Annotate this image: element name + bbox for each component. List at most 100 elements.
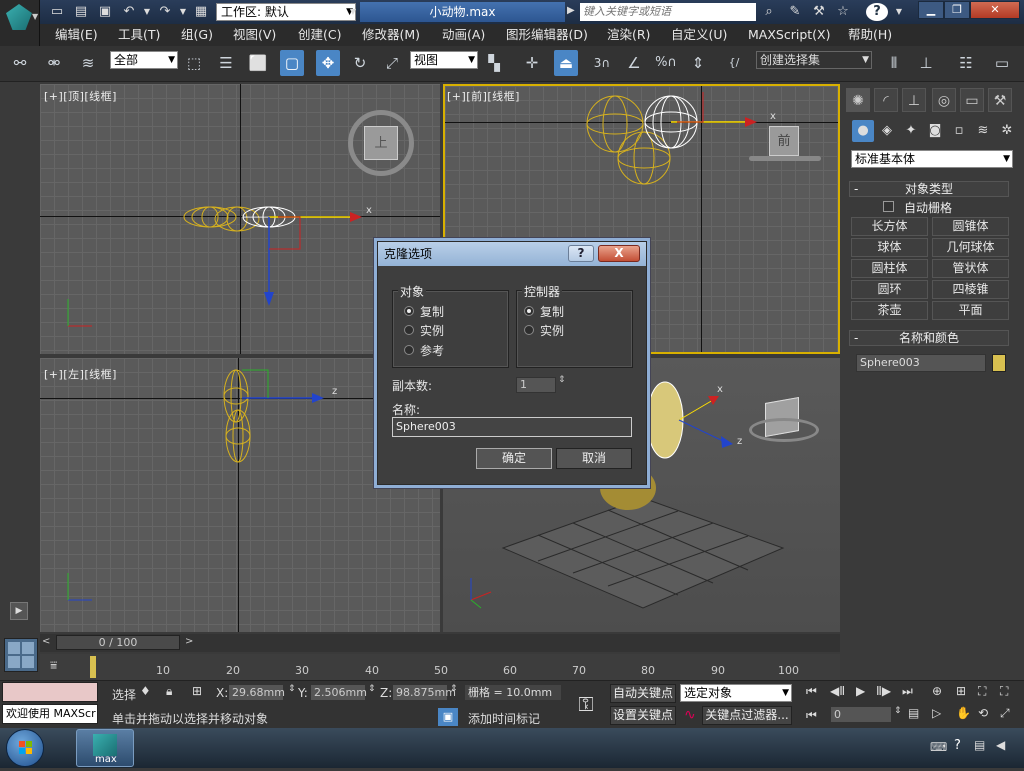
align-icon[interactable]: ⊥ [914, 50, 938, 76]
z-coordinate-field[interactable]: 98.875mm [392, 684, 456, 701]
object-color-swatch[interactable] [992, 354, 1006, 372]
bind-spacewarp-icon[interactable]: ≋ [76, 50, 100, 76]
cone-button[interactable]: 圆锥体 [932, 217, 1009, 236]
viewcube-front[interactable]: 前 [769, 126, 799, 156]
zoom-extents-icon[interactable]: ⛶ [978, 684, 986, 699]
controller-copy-label[interactable]: 复制 [540, 303, 564, 320]
minimize-button[interactable]: ▁ [918, 1, 944, 19]
zoom-extents-all-icon[interactable]: ⛶ [1000, 684, 1008, 699]
y-coordinate-field[interactable]: 2.506mm [310, 684, 367, 701]
display-tab-icon[interactable]: ▭ [960, 88, 984, 112]
save-file-icon[interactable]: ▣ [96, 3, 114, 21]
open-file-icon[interactable]: ▤ [72, 3, 90, 21]
window-crossing-icon[interactable]: ▢ [280, 50, 304, 76]
start-button[interactable] [6, 729, 44, 767]
create-tab-icon[interactable]: ✺ [846, 88, 870, 112]
maximize-button[interactable]: ❐ [944, 1, 970, 19]
timeline-ruler[interactable]: ⩸ 10 20 30 40 50 60 70 80 90 100 [40, 654, 840, 680]
next-key-icon[interactable]: Ⅱ▶ [876, 684, 891, 698]
angle-snap-icon[interactable]: ∠ [622, 50, 646, 76]
key-mode-toggle-icon[interactable]: ⏮ [806, 708, 817, 723]
z-spinner-icon[interactable]: ⇕ [450, 684, 458, 694]
zoom-all-icon[interactable]: ⊞ [956, 684, 966, 698]
search-input[interactable] [580, 3, 756, 21]
object-reference-label[interactable]: 参考 [420, 342, 444, 359]
menu-graph-editors[interactable]: 图形编辑器(D) [506, 24, 588, 46]
copies-field[interactable]: 1 [516, 377, 556, 393]
key-filters-button[interactable]: 关键点过滤器... [702, 706, 792, 725]
keyboard-shortcut-override-icon[interactable]: ⏏ [554, 50, 578, 76]
isolate-icon[interactable]: ♦ [140, 684, 151, 698]
field-of-view-icon[interactable]: ▷ [932, 706, 941, 720]
x-coordinate-field[interactable]: 29.68mm [228, 684, 285, 701]
modify-tab-icon[interactable]: ◜ [874, 88, 898, 112]
rectangular-selection-icon[interactable]: ⬜ [246, 50, 270, 76]
auto-key-button[interactable]: 自动关键点 [610, 684, 676, 703]
application-button[interactable]: ▼ [0, 0, 40, 46]
rollout-name-color[interactable]: - 名称和颜色 [849, 330, 1009, 346]
link-icon[interactable]: ⚯ [8, 50, 32, 76]
edit-named-selection-icon[interactable]: {/ [722, 50, 746, 76]
taskbar-3dsmax-button[interactable]: max [76, 729, 134, 767]
go-to-start-icon[interactable]: ⏮ [806, 684, 817, 699]
plane-button[interactable]: 平面 [932, 301, 1009, 320]
sphere-button[interactable]: 球体 [851, 238, 928, 257]
maximize-viewport-icon[interactable]: ⤢ [1000, 706, 1010, 721]
communication-center-icon[interactable]: ✎ [786, 3, 804, 21]
pan-view-icon[interactable]: ✋ [956, 706, 971, 720]
viewport-layout-icon[interactable] [4, 638, 38, 672]
minicurve-toggle-icon[interactable]: ⩸ [50, 658, 70, 674]
menu-modifiers[interactable]: 修改器(M) [362, 24, 420, 46]
select-and-rotate-icon[interactable]: ↻ [348, 50, 372, 76]
binoculars-icon[interactable]: ⌕ [760, 3, 778, 21]
spacewarps-icon[interactable]: ≋ [972, 120, 994, 142]
viewcube-ring-front[interactable] [749, 156, 821, 161]
redo-dropdown-icon[interactable]: ▼ [174, 3, 192, 21]
category-select[interactable]: 标准基本体 ▼ [851, 150, 1013, 168]
object-reference-radio[interactable] [404, 345, 414, 355]
menu-rendering[interactable]: 渲染(R) [607, 24, 650, 46]
autogrid-checkbox[interactable] [883, 201, 894, 212]
box-button[interactable]: 长方体 [851, 217, 928, 236]
dialog-help-button[interactable]: ? [568, 245, 594, 262]
menu-edit[interactable]: 编辑(E) [55, 24, 98, 46]
play-icon[interactable]: ▶ [856, 684, 865, 698]
shapes-icon[interactable]: ◈ [876, 120, 898, 142]
viewcube-ring-perspective[interactable] [749, 418, 819, 442]
cameras-icon[interactable]: ◙ [924, 120, 946, 142]
exchange-icon[interactable]: ⚒ [810, 3, 828, 21]
frame-spinner-icon[interactable]: ⇕ [894, 706, 902, 716]
tube-button[interactable]: 管状体 [932, 259, 1009, 278]
controller-instance-label[interactable]: 实例 [540, 322, 564, 339]
tray-help-icon[interactable]: ? [954, 738, 961, 753]
set-key-button[interactable]: 设置关键点 [610, 706, 676, 725]
menu-maxscript[interactable]: MAXScript(X) [748, 24, 830, 46]
selection-filter-select[interactable]: 全部 ▼ [110, 51, 178, 69]
prev-frame-icon[interactable]: < [42, 636, 50, 647]
systems-icon[interactable]: ✲ [996, 120, 1018, 142]
pivot-center-icon[interactable]: ▚ [482, 50, 506, 76]
orbit-icon[interactable]: ⟲ [978, 706, 988, 720]
project-folder-icon[interactable]: ▦ [192, 3, 210, 21]
mirror-icon[interactable]: ⫴ [882, 50, 906, 76]
next-frame-icon[interactable]: > [185, 636, 193, 647]
manipulate-icon[interactable]: ✛ [520, 50, 544, 76]
snaps-toggle-icon[interactable]: 3∩ [590, 50, 614, 76]
object-copy-label[interactable]: 复制 [420, 303, 444, 320]
select-and-scale-icon[interactable]: ⤢ [380, 50, 404, 76]
key-mode-select[interactable]: 选定对象 ▼ [680, 684, 792, 702]
maxscript-listener-mini[interactable] [2, 682, 98, 702]
key-filters-curve-icon[interactable]: ∿ [684, 707, 696, 723]
object-name-field[interactable]: Sphere003 [856, 354, 986, 372]
geometry-icon[interactable]: ● [852, 120, 874, 142]
help-dropdown-icon[interactable]: ▼ [890, 3, 908, 21]
selection-lock-icon[interactable]: 🔒︎ [166, 684, 172, 699]
time-configuration-icon[interactable]: ▤ [908, 706, 919, 720]
favorites-star-icon[interactable]: ☆ [834, 3, 852, 21]
expand-search-icon[interactable]: ▶ [567, 5, 575, 16]
graphite-modeling-icon[interactable]: ▭ [990, 50, 1014, 76]
object-instance-radio[interactable] [404, 325, 414, 335]
undo-icon[interactable]: ↶ [120, 3, 138, 21]
play-arrow-icon[interactable]: ▶ [10, 602, 28, 620]
previous-key-icon[interactable]: ◀Ⅱ [830, 684, 845, 698]
